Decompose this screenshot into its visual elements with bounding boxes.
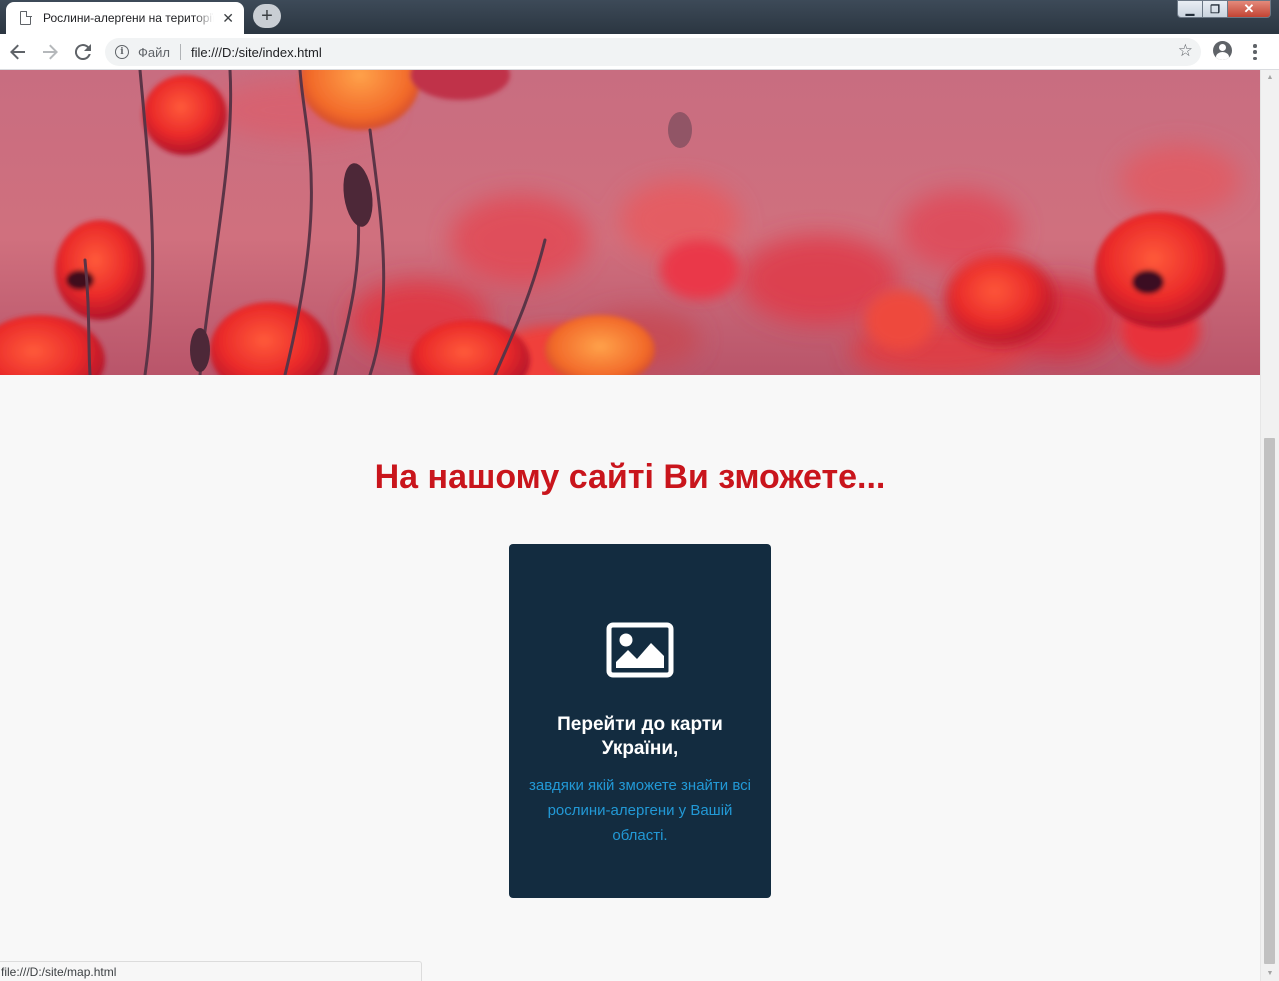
page-viewport: На нашому сайті Ви зможете... Перейти до… [0,70,1260,981]
scroll-up-icon[interactable]: ▲ [1261,70,1279,84]
status-bubble: file:///D:/site/map.html [0,961,422,981]
card-title: Перейти до карти України, [557,714,723,759]
arrow-left-icon [10,44,25,60]
map-link-card[interactable]: Перейти до карти України, завдяки якій з… [509,544,771,898]
scheme-label: Файл [138,44,170,60]
restore-button[interactable]: ❐ [1202,0,1228,18]
scrollbar-thumb[interactable] [1264,438,1275,964]
url-text[interactable]: file:///D:/site/index.html [191,45,322,60]
address-bar[interactable]: i Файл file:///D:/site/index.html ☆ [105,38,1201,66]
scroll-down-icon[interactable]: ▼ [1261,966,1279,980]
arrow-right-icon [43,44,58,60]
browser-titlebar: Рослини-алергени на території України ✕ … [0,0,1279,34]
window-close-button[interactable]: ✕ [1227,0,1271,18]
card-description: завдяки якій зможете знайти всі рослини-… [529,777,751,844]
minimize-button[interactable]: ▁ [1177,0,1203,18]
star-icon[interactable]: ☆ [1178,41,1193,61]
new-tab-button[interactable]: + [253,4,281,28]
tab-close-icon[interactable]: ✕ [222,11,234,25]
info-icon[interactable]: i [115,45,129,59]
account-icon[interactable] [1213,41,1232,60]
back-button[interactable] [6,40,30,64]
window-controls: ▁ ❐ ✕ [1177,0,1271,18]
forward-button[interactable] [38,40,62,64]
page-heading: На нашому сайті Ви зможете... [374,458,886,496]
document-icon [20,10,32,25]
reload-icon [75,44,91,60]
reload-button[interactable] [71,40,95,64]
hero-poppy-image [0,70,1260,375]
omnibox-divider [179,44,181,60]
browser-tab[interactable]: Рослини-алергени на території України ✕ [6,2,244,34]
kebab-menu-icon[interactable] [1248,42,1262,62]
image-icon [606,622,674,683]
page-scrollbar[interactable]: ▲ ▼ [1260,70,1279,981]
tab-title: Рослини-алергени на території України [43,11,215,25]
browser-toolbar: i Файл file:///D:/site/index.html ☆ [0,34,1279,70]
